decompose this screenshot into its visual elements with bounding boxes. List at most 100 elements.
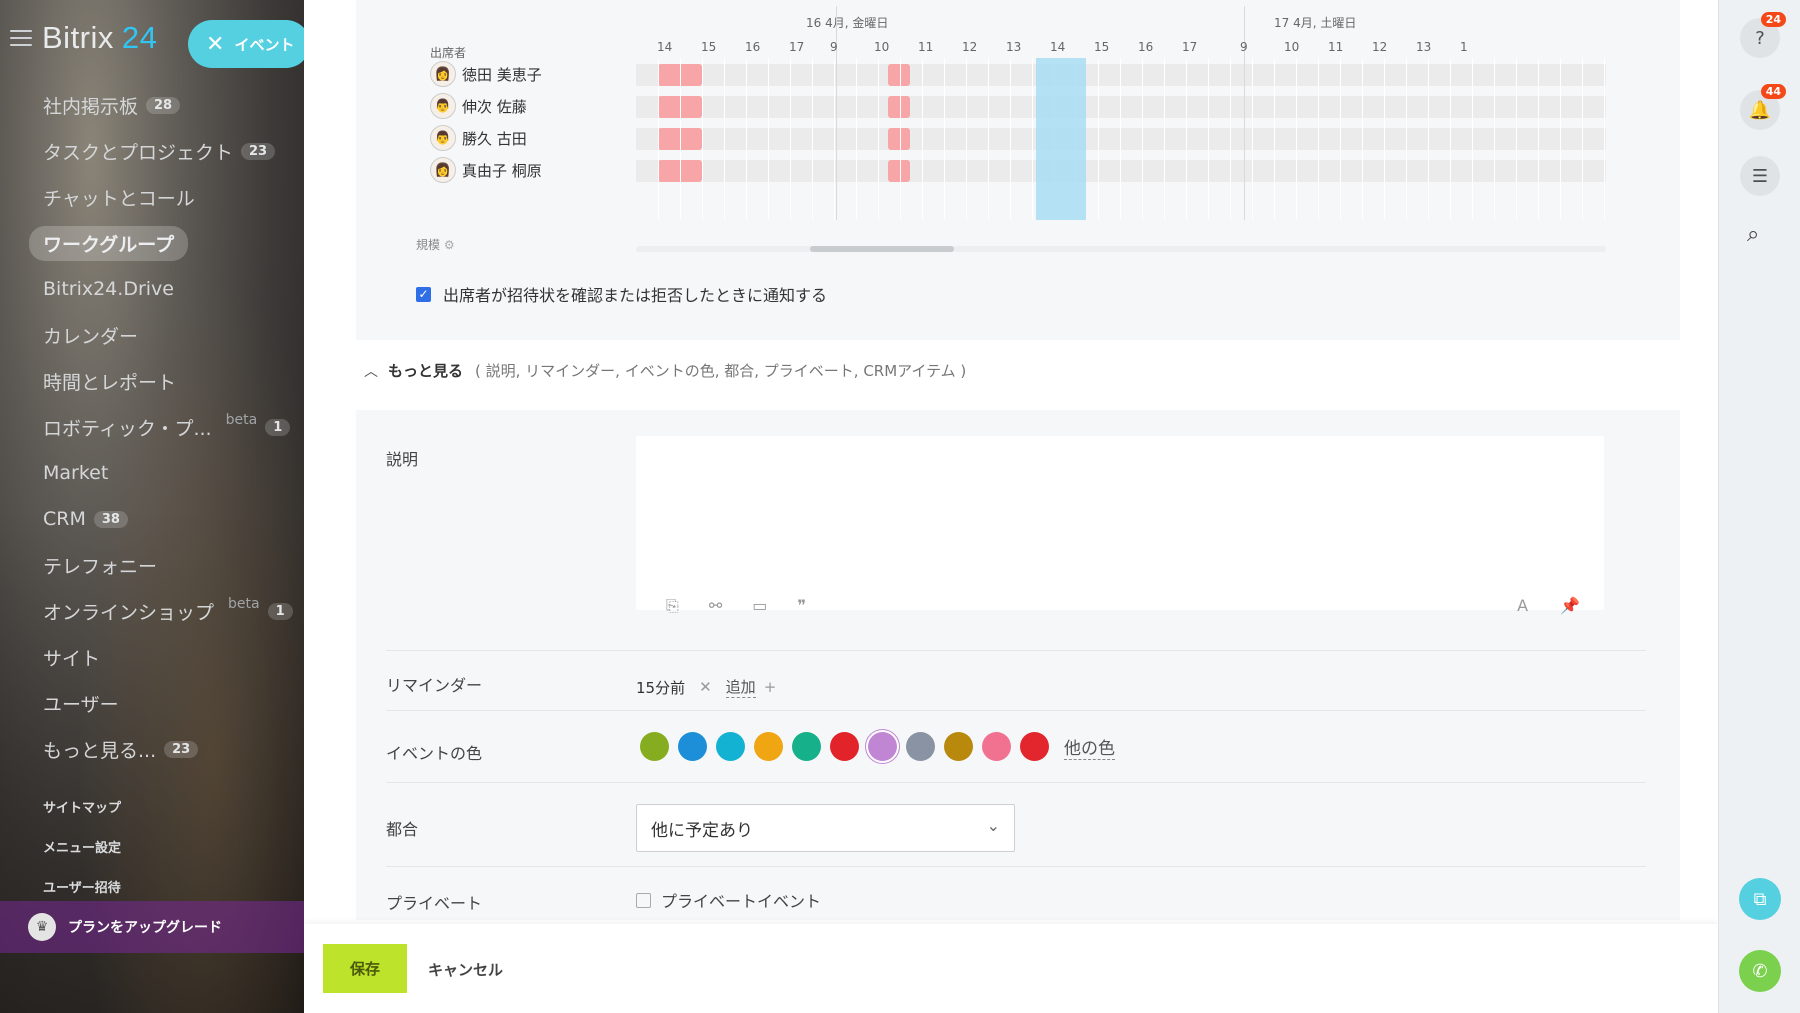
sidebar-item[interactable]: カレンダー [0, 312, 304, 358]
notify-option[interactable]: ✓ 出席者が招待状を確認または拒否したときに通知する [416, 282, 827, 306]
video-icon[interactable]: ▭ [752, 596, 767, 616]
sidebar-item[interactable]: CRM 38 [0, 496, 304, 542]
quote-icon[interactable]: ❞ [797, 596, 806, 616]
private-option[interactable]: プライベートイベント [636, 888, 821, 912]
sidebar: Bitrix 24 ✕ イベント 社内掲示板 28 タスクとプロジェクト 23 チャットとコ… [0, 0, 304, 1013]
color-swatch[interactable] [792, 732, 821, 761]
grid-line [1142, 58, 1143, 220]
grid-line [856, 58, 857, 220]
remove-reminder-icon[interactable]: ✕ [699, 678, 712, 696]
sidebar-item[interactable]: ユーザー [0, 680, 304, 726]
crown-icon: ♛ [28, 913, 56, 941]
grid-line [790, 58, 791, 220]
sidebar-item[interactable]: タスクとプロジェクト 23 [0, 128, 304, 174]
link-icon[interactable]: ⚯ [709, 596, 722, 616]
attendee[interactable]: 👨 伸次 佐藤 [430, 92, 527, 120]
hour-label: 14 [1050, 40, 1066, 54]
help-icon[interactable]: ? 24 [1740, 12, 1786, 58]
attach-file-icon[interactable]: ⎘ [666, 596, 679, 616]
private-checkbox[interactable] [636, 892, 651, 908]
planner-scrollbar[interactable] [636, 246, 1606, 252]
day-divider [836, 6, 837, 220]
count-badge: 1 [267, 602, 293, 620]
sidebar-item[interactable]: ロボティック・プ... beta 1 [0, 404, 304, 450]
sidebar-link[interactable]: サイトマップ [0, 786, 304, 826]
divider [386, 710, 1646, 711]
hour-label: 12 [962, 40, 978, 54]
color-swatch[interactable] [1020, 732, 1049, 761]
count-badge: 1 [265, 418, 291, 436]
attendee[interactable]: 👩 真由子 桐原 [430, 156, 542, 184]
save-button[interactable]: 保存 [323, 944, 407, 993]
grid-line [1186, 58, 1187, 220]
day-label-16: 16 4月, 金曜日 [806, 16, 889, 30]
sidebar-item[interactable]: 社内掲示板 28 [0, 82, 304, 128]
sidebar-item[interactable]: Market [0, 450, 304, 496]
sidebar-item[interactable]: チャットとコール [0, 174, 304, 220]
screen-share-icon[interactable]: ⧉ [1739, 878, 1781, 920]
more-toggle[interactable]: ︿ もっと見る ( 説明, リマインダー, イベントの色, 都合, プライベート, … [364, 360, 966, 381]
grid-line [1340, 58, 1341, 220]
sidebar-item[interactable]: ワークグループ [0, 220, 304, 266]
upgrade-button[interactable]: ♛ プランをアップグレード [0, 901, 304, 953]
planner-grid[interactable] [636, 6, 1606, 220]
more-label: もっと見る [388, 362, 464, 380]
grid-line [1164, 58, 1165, 220]
gear-icon[interactable]: ⚙ [444, 238, 455, 252]
logo[interactable]: Bitrix 24 [42, 20, 157, 56]
scrollbar-thumb[interactable] [810, 246, 954, 252]
sidebar-item-label: ロボティック・プ... [43, 417, 212, 440]
scale-control[interactable]: 規模 ⚙ [416, 236, 455, 253]
color-swatch[interactable] [716, 732, 745, 761]
cancel-button[interactable]: キャンセル [428, 959, 503, 980]
sidebar-item-label: テレフォニー [43, 555, 158, 578]
grid-line [1472, 58, 1473, 220]
more-colors-link[interactable]: 他の色 [1064, 734, 1115, 760]
grid-line [1428, 58, 1429, 220]
attendee[interactable]: 👨 勝久 古田 [430, 124, 527, 152]
color-swatch[interactable] [830, 732, 859, 761]
logo-text: Bitrix [42, 20, 114, 55]
text-format-icon[interactable]: A [1517, 596, 1528, 615]
event-close-button[interactable]: ✕ イベント [188, 20, 304, 68]
availability-select[interactable]: 他に予定あり ⌄ [636, 804, 1015, 852]
pin-icon[interactable]: 📌 [1560, 596, 1580, 615]
selected-timeslot[interactable] [1036, 58, 1086, 220]
color-swatch[interactable] [754, 732, 783, 761]
grid-line [1494, 58, 1495, 220]
attendee[interactable]: 👩 徳田 美恵子 [430, 60, 542, 88]
add-reminder-link[interactable]: 追加 [725, 676, 756, 698]
count-badge: 23 [164, 740, 199, 758]
color-swatch[interactable] [944, 732, 973, 761]
search-icon[interactable]: ⌕ [1747, 222, 1759, 247]
sidebar-item[interactable]: オンラインショップ beta 1 [0, 588, 304, 634]
sidebar-item[interactable]: 時間とレポート [0, 358, 304, 404]
hour-label: 17 [1182, 40, 1198, 54]
description-editor[interactable]: ⎘ ⚯ ▭ ❞ A 📌 [636, 436, 1604, 615]
hour-label: 9 [830, 40, 838, 54]
chat-icon[interactable]: ☰ [1740, 156, 1780, 196]
grid-line [922, 58, 923, 220]
hour-label: 11 [1328, 40, 1344, 54]
menu-icon[interactable] [10, 30, 32, 46]
plus-icon[interactable]: + [764, 678, 777, 696]
scale-label: 規模 [416, 238, 441, 252]
color-swatch[interactable] [678, 732, 707, 761]
color-swatch[interactable] [868, 732, 897, 761]
attendee-timeline [636, 160, 1606, 182]
sidebar-link[interactable]: ユーザー招待 [0, 866, 304, 906]
private-checkbox-label: プライベートイベント [661, 892, 822, 911]
color-swatch[interactable] [906, 732, 935, 761]
bell-icon[interactable]: 🔔 44 [1740, 84, 1786, 130]
sidebar-link[interactable]: メニュー設定 [0, 826, 304, 866]
sidebar-item[interactable]: テレフォニー [0, 542, 304, 588]
grid-line [1450, 58, 1451, 220]
sidebar-item[interactable]: Bitrix24.Drive [0, 266, 304, 312]
sidebar-item[interactable]: もっと見る... 23 [0, 726, 304, 772]
sidebar-item[interactable]: サイト [0, 634, 304, 680]
phone-icon[interactable]: ✆ [1739, 950, 1781, 992]
notify-checkbox[interactable]: ✓ [416, 286, 431, 302]
color-swatch[interactable] [982, 732, 1011, 761]
color-swatch[interactable] [640, 732, 669, 761]
sidebar-item-label: オンラインショップ [43, 601, 215, 624]
